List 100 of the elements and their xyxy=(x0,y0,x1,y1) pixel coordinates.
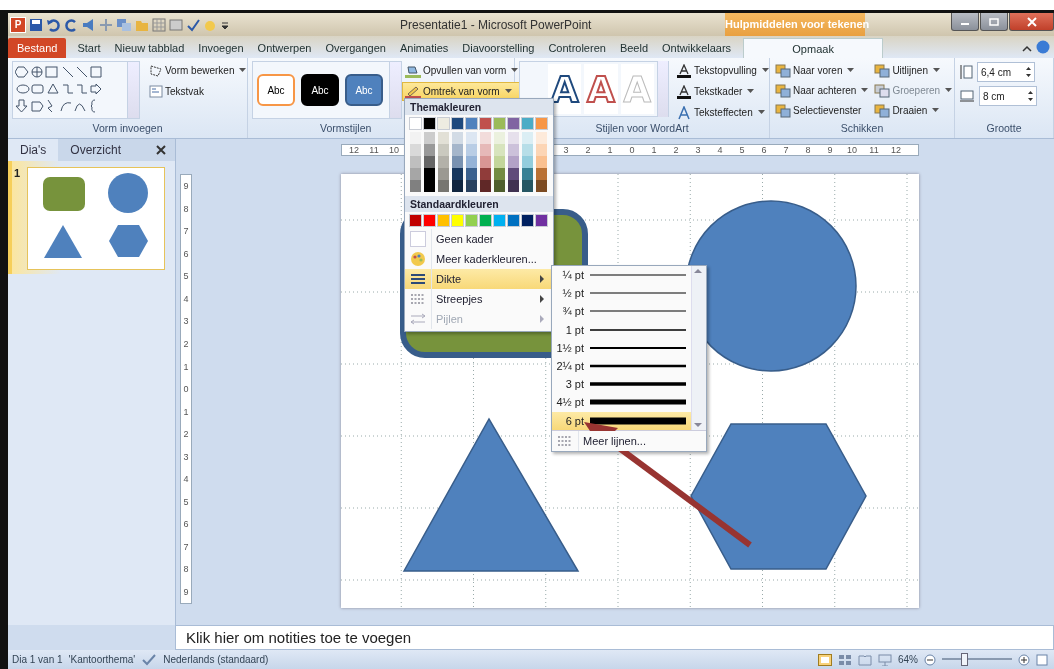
color-shade-swatch[interactable] xyxy=(424,168,435,180)
width-field[interactable]: 8 cm xyxy=(979,86,1037,106)
color-shade-swatch[interactable] xyxy=(438,168,449,180)
color-swatch[interactable] xyxy=(424,118,435,129)
color-shade-swatch[interactable] xyxy=(410,132,421,144)
ribbon-tab[interactable]: Ontwikkelaars xyxy=(655,38,739,58)
zoom-in-icon[interactable] xyxy=(1018,653,1030,666)
color-swatch[interactable] xyxy=(494,118,505,129)
color-shade-swatch[interactable] xyxy=(480,168,491,180)
ribbon-tab[interactable]: Animaties xyxy=(392,38,456,58)
ribbon-tab[interactable]: Opmaak xyxy=(743,38,884,58)
close-button[interactable] xyxy=(1009,13,1054,31)
color-shade-swatch[interactable] xyxy=(536,168,547,180)
slideshow-icon[interactable] xyxy=(878,653,892,666)
menu-item[interactable]: 1½ pt xyxy=(552,338,691,357)
color-shade-swatch[interactable] xyxy=(424,180,435,192)
color-shade-swatch[interactable] xyxy=(466,132,477,144)
color-shade-swatch[interactable] xyxy=(480,180,491,192)
slide-thumbnail-drawing[interactable] xyxy=(27,167,165,270)
spin-arrows-icon[interactable] xyxy=(1028,90,1033,102)
save-icon[interactable] xyxy=(29,17,43,32)
menu-item[interactable]: ¾ pt xyxy=(552,302,691,321)
ribbon-command[interactable]: Vorm bewerken xyxy=(146,61,250,80)
panel-tab[interactable]: Overzicht xyxy=(58,139,133,161)
ribbon-command[interactable]: Naar voren xyxy=(772,61,872,80)
color-shade-swatch[interactable] xyxy=(438,156,449,168)
color-shade-swatch[interactable] xyxy=(536,144,547,156)
color-shade-swatch[interactable] xyxy=(522,180,533,192)
ribbon-tab[interactable]: Overgangen xyxy=(318,38,393,58)
color-shade-swatch[interactable] xyxy=(410,180,421,192)
color-shade-swatch[interactable] xyxy=(410,144,421,156)
color-swatch[interactable] xyxy=(522,215,533,226)
fit-window-icon[interactable] xyxy=(1036,653,1048,666)
normal-view-icon[interactable] xyxy=(818,653,832,666)
ribbon-command[interactable]: Uitlijnen xyxy=(871,61,956,80)
maximize-button[interactable] xyxy=(980,13,1008,31)
language-indicator[interactable]: Nederlands (standaard) xyxy=(163,654,269,665)
color-shade-swatch[interactable] xyxy=(424,132,435,144)
menu-item[interactable]: ½ pt xyxy=(552,284,691,303)
color-shade-swatch[interactable] xyxy=(494,132,505,144)
menu-item[interactable]: 3 pt xyxy=(552,375,691,394)
color-swatch[interactable] xyxy=(466,215,477,226)
color-shade-swatch[interactable] xyxy=(480,144,491,156)
panel-tab[interactable]: Dia's xyxy=(8,139,59,161)
menu-item[interactable]: Streepjes xyxy=(405,289,553,309)
ribbon-command[interactable]: Draaien xyxy=(871,101,956,120)
color-shade-swatch[interactable] xyxy=(466,156,477,168)
color-shade-swatch[interactable] xyxy=(438,132,449,144)
color-shade-swatch[interactable] xyxy=(522,156,533,168)
color-shade-swatch[interactable] xyxy=(466,144,477,156)
scroll-up-icon[interactable] xyxy=(692,266,704,276)
color-shade-swatch[interactable] xyxy=(452,132,463,144)
ribbon-tab[interactable]: Beeld xyxy=(612,38,656,58)
ribbon-tab[interactable]: Diavoorstelling xyxy=(455,38,542,58)
color-shade-swatch[interactable] xyxy=(410,156,421,168)
color-swatch[interactable] xyxy=(410,215,421,226)
color-shade-swatch[interactable] xyxy=(424,156,435,168)
shapes-icon[interactable] xyxy=(116,17,132,32)
color-shade-swatch[interactable] xyxy=(424,144,435,156)
speaker-icon[interactable] xyxy=(82,17,96,32)
color-swatch[interactable] xyxy=(480,118,491,129)
menu-item[interactable]: 4½ pt xyxy=(552,393,691,412)
ribbon-command[interactable]: Teksteffecten xyxy=(673,103,772,122)
gallery-scrollbar[interactable] xyxy=(127,62,139,118)
ribbon-tab[interactable]: Invoegen xyxy=(191,38,251,58)
menu-item[interactable]: 6 pt xyxy=(552,411,691,430)
shape-style-swatch[interactable]: Abc xyxy=(345,74,383,106)
color-swatch[interactable] xyxy=(522,118,533,129)
ribbon-command[interactable]: Selectievenster xyxy=(772,101,872,120)
color-swatch[interactable] xyxy=(494,215,505,226)
gallery-scrollbar[interactable] xyxy=(656,61,668,117)
ribbon-tab[interactable]: Nieuw tabblad xyxy=(107,38,192,58)
gallery-scrollbar[interactable] xyxy=(389,62,401,118)
color-swatch[interactable] xyxy=(536,215,547,226)
grid-icon[interactable] xyxy=(152,17,166,32)
color-shade-swatch[interactable] xyxy=(438,144,449,156)
circle-shape[interactable] xyxy=(685,200,857,372)
color-swatch[interactable] xyxy=(536,118,547,129)
ribbon-tab[interactable]: Ontwerpen xyxy=(250,38,319,58)
zoom-level[interactable]: 64% xyxy=(898,654,918,665)
wordart-style[interactable]: A xyxy=(584,64,618,114)
color-shade-swatch[interactable] xyxy=(452,144,463,156)
color-swatch[interactable] xyxy=(466,118,477,129)
menu-item[interactable]: Dikte xyxy=(405,269,553,289)
color-swatch[interactable] xyxy=(452,118,463,129)
color-shade-swatch[interactable] xyxy=(508,180,519,192)
zoom-slider-thumb[interactable] xyxy=(961,653,968,666)
color-shade-swatch[interactable] xyxy=(508,132,519,144)
color-shade-swatch[interactable] xyxy=(508,156,519,168)
color-shade-swatch[interactable] xyxy=(452,156,463,168)
height-field[interactable]: 6,4 cm xyxy=(977,62,1035,82)
color-swatch[interactable] xyxy=(410,118,421,129)
close-icon[interactable] xyxy=(155,144,167,156)
color-shade-swatch[interactable] xyxy=(480,132,491,144)
zoom-out-icon[interactable] xyxy=(924,653,936,666)
ribbon-command[interactable]: Tekstopvulling xyxy=(673,61,772,80)
ribbon-command[interactable]: Tekstkader xyxy=(673,82,772,101)
color-swatch[interactable] xyxy=(452,215,463,226)
ribbon-command[interactable]: Opvullen van vorm xyxy=(402,61,522,80)
color-shade-swatch[interactable] xyxy=(438,180,449,192)
